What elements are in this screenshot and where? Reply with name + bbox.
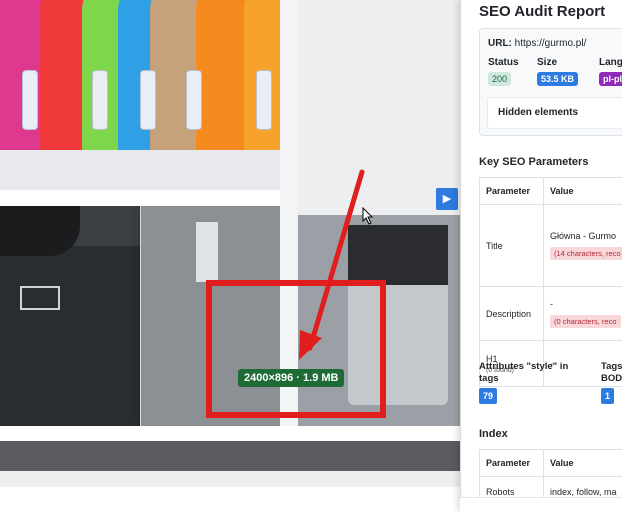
table-header-row: Parameter Value	[479, 449, 622, 477]
page-spacer	[0, 426, 460, 441]
crown-logo	[20, 286, 60, 310]
website-viewport: ▶ 2400×896 · 1.9 MB	[0, 0, 460, 512]
lang-label: Lang	[599, 57, 622, 68]
tap	[256, 70, 272, 130]
table-header-row: Parameter Value	[479, 177, 622, 205]
machine-front	[0, 246, 140, 426]
status-label: Status	[488, 57, 519, 68]
panel-title: SEO Audit Report	[479, 3, 606, 20]
machine-control-panel	[0, 206, 80, 256]
column-header-parameter: Parameter	[479, 177, 544, 205]
page-footer-bar	[0, 441, 460, 471]
title-value: Główna - Gurmo	[550, 231, 617, 241]
soft-serve-machine-head	[348, 225, 448, 285]
column-header-parameter: Parameter	[479, 449, 544, 477]
tap	[22, 70, 38, 130]
style-attributes-label-2: tags	[479, 373, 499, 384]
image-size-badge: 2400×896 · 1.9 MB	[238, 369, 345, 387]
key-seo-parameters-heading: Key SEO Parameters	[479, 156, 589, 168]
size-badge: 53.5 KB	[537, 72, 579, 86]
column-header-value: Value	[543, 449, 622, 477]
body-tags-label-2: BODY	[601, 373, 622, 384]
play-icon[interactable]: ▶	[436, 188, 458, 210]
slush-machine-photo	[0, 0, 280, 190]
table-row-description: Description - (0 characters, reco	[479, 286, 622, 341]
body-tags-stat: Tags BODY 1	[601, 361, 622, 404]
tap	[140, 70, 156, 130]
row-label-title: Title	[479, 204, 544, 287]
mouse-cursor-icon	[362, 207, 374, 225]
row-label-description: Description	[479, 286, 544, 341]
seo-audit-panel: SEO Audit Report URL: https://gurmo.pl/ …	[460, 0, 622, 512]
url-value[interactable]: https://gurmo.pl/	[515, 38, 587, 49]
hidden-elements-toggle[interactable]: Hidden elements	[487, 97, 622, 129]
style-attributes-count: 79	[479, 388, 498, 404]
size-label: Size	[537, 57, 558, 68]
column-header-value: Value	[543, 177, 622, 205]
style-attributes-label-1: Attributes "style" in	[479, 361, 569, 372]
tap	[186, 70, 202, 130]
body-tags-label-1: Tags	[601, 361, 622, 372]
lang-badge: pl-pl	[599, 72, 622, 86]
row-value-description: - (0 characters, reco	[543, 286, 622, 341]
tap	[92, 70, 108, 130]
panel-bottom-edge	[460, 497, 622, 512]
machine-sticker	[196, 222, 218, 282]
body-tags-count: 1	[601, 388, 615, 404]
key-seo-parameters-table: Parameter Value Title Główna - Gurmo (14…	[479, 177, 622, 387]
lang-stat: Lang pl-pl	[599, 57, 622, 86]
table-row-title: Title Główna - Gurmo (14 characters, rec…	[479, 204, 622, 287]
image-highlight-box	[206, 280, 386, 418]
style-attributes-stat: Attributes "style" in tags 79	[479, 361, 568, 404]
description-value: -	[550, 299, 553, 309]
status-badge: 200	[488, 72, 512, 86]
photo-gap	[0, 190, 280, 206]
url-summary-card: URL: https://gurmo.pl/ Status 200 Size 5…	[479, 28, 622, 136]
description-length-warning: (0 characters, reco	[550, 315, 621, 328]
url-line: URL: https://gurmo.pl/	[488, 38, 586, 49]
status-stat: Status 200	[488, 57, 519, 86]
title-length-warning: (14 characters, reco	[550, 247, 622, 260]
index-heading: Index	[479, 428, 508, 440]
row-value-title: Główna - Gurmo (14 characters, reco	[543, 204, 622, 287]
size-stat: Size 53.5 KB	[537, 57, 579, 86]
url-label: URL:	[488, 38, 512, 49]
page-footer-strip	[0, 471, 460, 487]
machine-base	[0, 150, 280, 190]
